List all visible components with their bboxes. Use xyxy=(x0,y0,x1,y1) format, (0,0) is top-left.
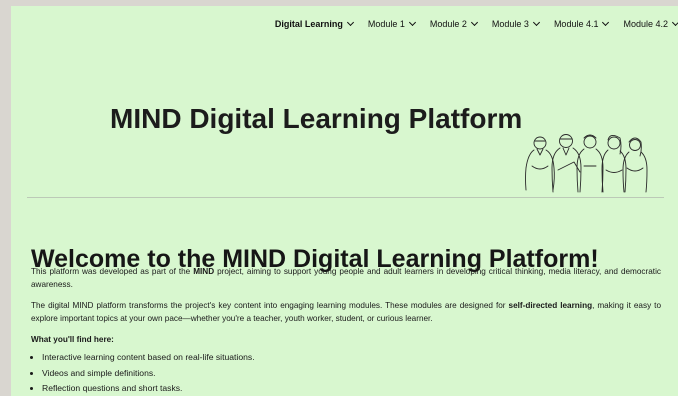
nav-item-label: Module 2 xyxy=(429,19,467,29)
nav-item-label: Module 4.1 xyxy=(553,19,599,29)
nav-item-label: Digital Learning xyxy=(274,19,343,29)
list-item: Interactive learning content based on re… xyxy=(42,351,661,364)
nav-item-module-1[interactable]: Module 1 xyxy=(367,18,416,29)
page: Digital Learning Module 1 Module 2 Modul… xyxy=(11,6,678,396)
intro-paragraph-2: The digital MIND platform transforms the… xyxy=(31,299,661,325)
nav-item-digital-learning[interactable]: Digital Learning xyxy=(274,18,354,29)
list-item: Videos and simple definitions. xyxy=(42,367,661,380)
section-divider xyxy=(27,197,664,198)
nav-item-module-4-2[interactable]: Module 4.2 xyxy=(623,18,678,29)
hero-title: MIND Digital Learning Platform xyxy=(110,102,523,134)
top-nav: Digital Learning Module 1 Module 2 Modul… xyxy=(260,15,678,33)
nav-item-label: Module 1 xyxy=(367,19,405,29)
nav-item-module-3[interactable]: Module 3 xyxy=(491,18,540,29)
nav-item-module-4-1[interactable]: Module 4.1 xyxy=(553,18,610,29)
chevron-down-icon xyxy=(602,18,610,27)
chevron-down-icon xyxy=(532,18,540,27)
text-segment: This platform was developed as part of t… xyxy=(31,267,194,276)
project-name: MIND xyxy=(193,267,215,276)
chevron-down-icon xyxy=(671,18,678,27)
chevron-down-icon xyxy=(408,18,416,27)
list-item: Reflection questions and short tasks. xyxy=(42,382,661,395)
people-group-icon xyxy=(525,134,648,193)
intro-paragraph-1: This platform was developed as part of t… xyxy=(31,265,661,291)
features-list: Interactive learning content based on re… xyxy=(31,351,661,395)
nav-item-label: Module 3 xyxy=(491,19,529,29)
chevron-down-icon xyxy=(346,18,354,27)
nav-item-label: Module 4.2 xyxy=(623,19,668,29)
nav-item-module-2[interactable]: Module 2 xyxy=(429,18,478,29)
emphasis-text: self-directed learning xyxy=(508,301,593,310)
intro-content: This platform was developed as part of t… xyxy=(31,265,661,396)
features-title: What you'll find here: xyxy=(31,335,114,344)
text-segment: The digital MIND platform transforms the… xyxy=(31,301,509,310)
chevron-down-icon xyxy=(470,18,478,27)
